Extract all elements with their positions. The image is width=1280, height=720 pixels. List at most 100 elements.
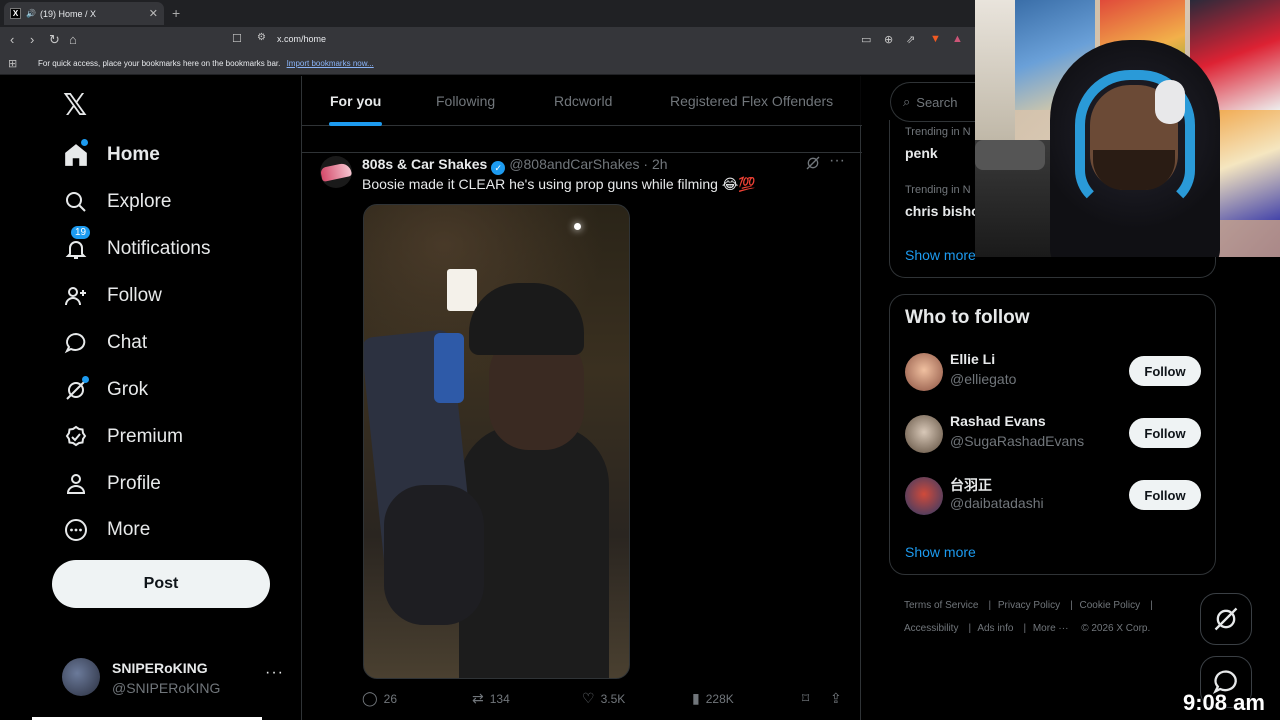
tab-title: (19) Home / X: [39, 8, 96, 19]
nav-grok[interactable]: Grok: [62, 373, 148, 407]
nav-chat-label: Chat: [107, 332, 148, 353]
timeline: For you Following Rdcworld Registered Fl…: [301, 76, 862, 720]
avatar: [905, 353, 943, 391]
trends-show-more-link[interactable]: Show more: [905, 247, 976, 263]
suggestion-name: Rashad Evans: [950, 413, 1046, 429]
import-bookmarks-link[interactable]: Import bookmarks now...: [287, 59, 374, 68]
tab-rdcworld[interactable]: Rdcworld: [554, 93, 612, 109]
nav-profile-label: Profile: [107, 473, 161, 494]
nav-profile[interactable]: Profile: [62, 467, 161, 501]
footer-links: Terms of Service | Privacy Policy | Cookie…: [904, 600, 1153, 634]
tweet-author-name[interactable]: 808s & Car Shakes: [362, 156, 487, 172]
new-tab-icon[interactable]: +: [172, 5, 180, 21]
follow-suggestion[interactable]: Rashad Evans @SugaRashadEvans Follow: [905, 413, 1205, 457]
grok-explain-icon[interactable]: [805, 155, 821, 176]
reply-icon: ◯: [362, 690, 378, 706]
nav-premium[interactable]: Premium: [62, 420, 183, 454]
active-tab-indicator: [329, 122, 382, 126]
avatar: [62, 658, 100, 696]
browser-tab[interactable]: X 🔊 (19) Home / X ✕: [4, 2, 164, 25]
trend-name: penk: [905, 145, 938, 161]
like-button[interactable]: ♡ 3.5K: [582, 690, 625, 707]
nav-more[interactable]: More: [62, 513, 150, 547]
copyright: © 2026 X Corp.: [1081, 623, 1151, 634]
search-placeholder: Search: [916, 94, 958, 110]
apps-grid-icon[interactable]: ⊞: [8, 57, 17, 70]
repost-count: 134: [489, 691, 510, 706]
bell-icon: 19: [62, 225, 92, 263]
bookmark-icon[interactable]: ☐: [232, 32, 242, 45]
left-sidebar: 𝕏 Home Explore 19 Notifications Follow C…: [0, 76, 302, 720]
tweet-avatar[interactable]: [319, 156, 353, 188]
follow-button[interactable]: Follow: [1129, 356, 1201, 386]
chat-bubble-icon: [62, 329, 90, 357]
view-count: 228K: [705, 691, 734, 706]
follow-button[interactable]: Follow: [1129, 480, 1201, 510]
footer-link[interactable]: Terms of Service: [904, 600, 978, 611]
tab-following[interactable]: Following: [436, 93, 495, 109]
nav-home[interactable]: Home: [62, 138, 160, 172]
bookmark-tweet-icon[interactable]: ⌑: [802, 690, 815, 707]
follow-suggestion[interactable]: Ellie Li @elliegato Follow: [905, 351, 1205, 395]
footer-link[interactable]: Privacy Policy: [998, 600, 1060, 611]
follow-suggestion[interactable]: 台羽正 @daibatadashi Follow: [905, 475, 1205, 519]
rewards-icon[interactable]: ▲: [952, 33, 963, 45]
grok-floating-button[interactable]: [1200, 593, 1252, 645]
search-input[interactable]: ⌕ Search: [890, 82, 980, 122]
nav-explore-label: Explore: [107, 191, 172, 212]
zoom-icon[interactable]: ⊕: [884, 33, 893, 46]
footer-link[interactable]: Cookie Policy: [1080, 600, 1141, 611]
suggestion-handle: @SugaRashadEvans: [950, 433, 1085, 449]
account-more-icon[interactable]: ···: [265, 664, 284, 682]
verified-check-icon: ✓: [491, 161, 506, 175]
brave-shield-icon[interactable]: ▼: [930, 33, 941, 45]
like-count: 3.5K: [600, 691, 626, 706]
trend-meta: Trending in N: [905, 126, 971, 138]
tweet-header: 808s & Car Shakes ✓ @808andCarShakes · 2h: [362, 156, 668, 175]
add-person-icon: [62, 282, 90, 310]
who-to-follow-title: Who to follow: [905, 307, 1030, 328]
nav-notifications[interactable]: 19 Notifications: [62, 225, 211, 266]
who-to-follow-show-more-link[interactable]: Show more: [905, 544, 976, 560]
share-icon[interactable]: ⇗: [906, 33, 915, 46]
nav-explore[interactable]: Explore: [62, 185, 171, 219]
nav-follow-label: Follow: [107, 285, 162, 306]
tab-registered-flex-offenders[interactable]: Registered Flex Offenders: [670, 93, 833, 109]
reload-icon[interactable]: ↻: [49, 32, 60, 48]
footer-link[interactable]: Ads info: [977, 623, 1013, 634]
nav-follow[interactable]: Follow: [62, 279, 162, 313]
x-favicon-icon: X: [10, 8, 21, 19]
tweet-text: Boosie made it CLEAR he's using prop gun…: [362, 176, 756, 192]
bar-chart-icon: ▮: [692, 690, 700, 706]
tweet-video[interactable]: [363, 204, 630, 679]
back-icon[interactable]: ‹: [10, 32, 14, 47]
share-tweet-icon[interactable]: ⇪: [830, 690, 848, 707]
divider: [302, 152, 862, 153]
views-button[interactable]: ▮ 228K: [692, 690, 734, 707]
site-info-icon[interactable]: ⚙: [257, 32, 266, 43]
close-tab-icon[interactable]: ✕: [149, 7, 158, 20]
repost-button[interactable]: ⇄ 134: [472, 690, 510, 707]
reply-button[interactable]: ◯ 26: [362, 690, 397, 707]
post-button[interactable]: Post: [52, 560, 270, 608]
nav-chat[interactable]: Chat: [62, 326, 147, 360]
follow-button[interactable]: Follow: [1129, 418, 1201, 448]
search-icon: [62, 188, 90, 216]
account-switcher[interactable]: SNIPERoKING @SNIPERoKING ···: [62, 658, 292, 698]
tab-for-you[interactable]: For you: [330, 93, 381, 109]
forward-icon[interactable]: ›: [30, 32, 34, 47]
tweet-more-icon[interactable]: ···: [829, 152, 845, 170]
home-icon[interactable]: ⌂: [69, 32, 77, 47]
tweet-actions: ◯ 26 ⇄ 134 ♡ 3.5K ▮ 228K ⌑ ⇪: [362, 690, 852, 710]
url-field[interactable]: x.com/home: [277, 34, 326, 44]
reply-count: 26: [383, 691, 398, 706]
footer-link[interactable]: Accessibility: [904, 623, 958, 634]
cast-icon[interactable]: ▭: [861, 33, 871, 46]
footer-link[interactable]: More ···: [1033, 623, 1069, 634]
nav-notifications-label: Notifications: [107, 238, 211, 259]
x-logo-icon[interactable]: 𝕏: [63, 88, 87, 123]
trend-name: chris bisho: [905, 203, 980, 219]
nav-grok-label: Grok: [107, 379, 149, 400]
tweet-author-handle[interactable]: @808andCarShakes · 2h: [509, 156, 667, 172]
avatar: [905, 477, 943, 515]
